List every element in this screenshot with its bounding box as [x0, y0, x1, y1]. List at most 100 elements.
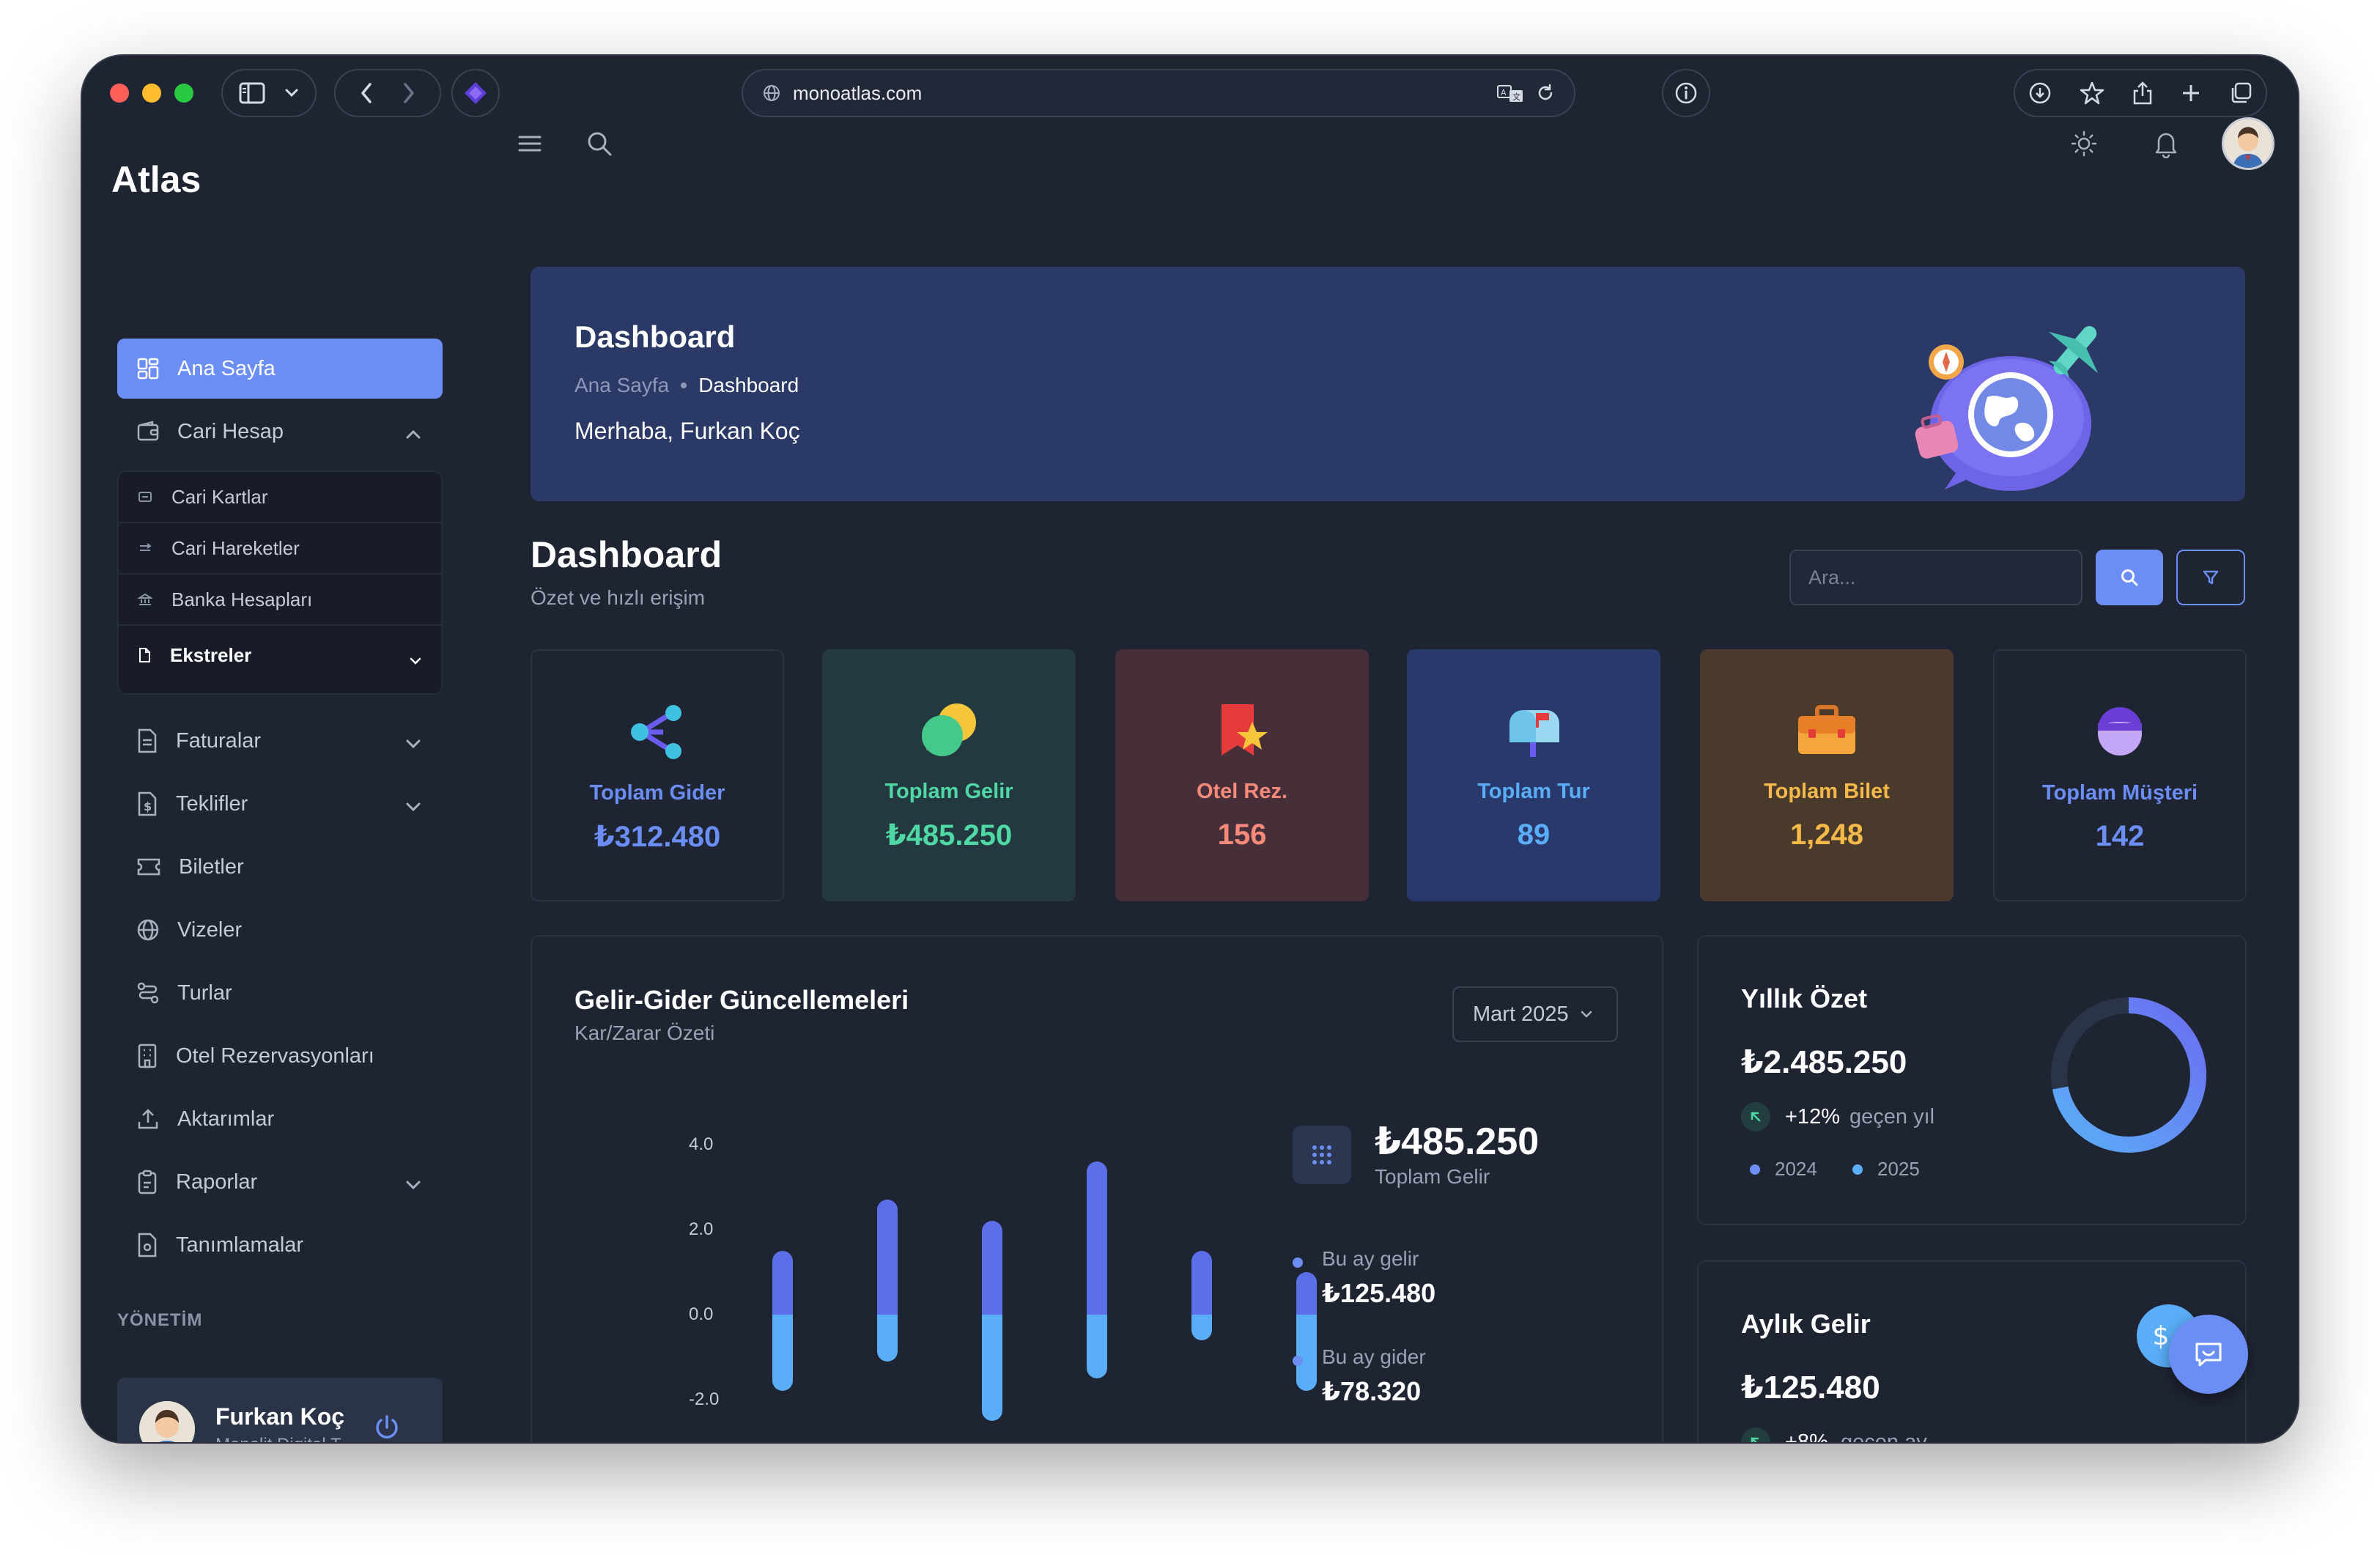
- yearly-title: Yıllık Özet: [1741, 983, 1868, 1013]
- stat-label: Otel Rez.: [1196, 780, 1288, 803]
- bar-positive[interactable]: [1087, 1161, 1107, 1315]
- submenu-item-cari-hareketler[interactable]: Cari Hareketler: [119, 523, 441, 575]
- sidebar-item-faturalar[interactable]: Faturalar: [117, 711, 443, 771]
- search-icon[interactable]: [586, 130, 613, 157]
- submenu-item-cari-kartlar[interactable]: Cari Kartlar: [119, 472, 441, 523]
- month-expense-label: Bu ay gider: [1322, 1345, 1426, 1368]
- share-icon[interactable]: [2132, 81, 2153, 106]
- chevron-down-icon[interactable]: [409, 648, 422, 671]
- sidebar-item-teklifler[interactable]: $ Teklifler: [117, 774, 443, 834]
- bar-negative[interactable]: [1191, 1315, 1212, 1340]
- brand-logo[interactable]: Atlas: [111, 158, 201, 201]
- stat-card-toplam-gider[interactable]: Toplam Gider ₺312.480: [531, 649, 784, 901]
- filter-button[interactable]: [2176, 550, 2245, 605]
- url-text[interactable]: monoatlas.com: [793, 82, 1485, 105]
- header-avatar[interactable]: [2222, 117, 2274, 170]
- bar-positive[interactable]: [982, 1221, 1002, 1315]
- bar-negative[interactable]: [982, 1315, 1002, 1421]
- tabs-overview-icon[interactable]: [2229, 81, 2252, 105]
- info-icon[interactable]: [1662, 69, 1710, 117]
- month-select[interactable]: Mart 2025: [1452, 986, 1618, 1042]
- sidebar-item-home[interactable]: Ana Sayfa: [117, 339, 443, 399]
- sidebar-item-label: Faturalar: [176, 728, 262, 753]
- browser-actions-group: [2014, 69, 2267, 117]
- y-tick-label: -2.0: [689, 1389, 720, 1409]
- chevron-up-icon[interactable]: [404, 422, 422, 446]
- stat-card-toplam-tur[interactable]: Toplam Tur 89: [1407, 649, 1660, 901]
- user-profile-card[interactable]: Furkan Koç Monolit Digital T...: [117, 1378, 443, 1442]
- bookmark-star-icon: [1213, 698, 1271, 764]
- chevron-down-icon[interactable]: [284, 88, 299, 98]
- stat-value: ₺312.480: [594, 821, 721, 853]
- dashboard-search-input[interactable]: [1789, 550, 2082, 605]
- stat-card-toplam-musteri[interactable]: Toplam Müşteri 142: [1993, 649, 2247, 901]
- translate-icon[interactable]: A文: [1496, 83, 1524, 103]
- address-bar[interactable]: monoatlas.com A文: [742, 69, 1575, 117]
- stat-card-otel-rez[interactable]: Otel Rez. 156: [1115, 649, 1369, 901]
- sidebar-item-vizeler[interactable]: Vizeler: [117, 900, 443, 960]
- sidebar-item-biletler[interactable]: Biletler: [117, 837, 443, 897]
- menu-icon[interactable]: [517, 133, 542, 154]
- chat-support-button[interactable]: [2169, 1315, 2248, 1394]
- chevron-down-icon[interactable]: [404, 794, 422, 819]
- settings-doc-icon: [136, 1233, 158, 1257]
- sidebar-item-turlar[interactable]: Turlar: [117, 963, 443, 1023]
- chevron-down-icon[interactable]: [404, 1172, 422, 1197]
- sidebar-toggle-group[interactable]: [221, 69, 317, 117]
- star-icon[interactable]: [2080, 81, 2104, 105]
- stat-card-toplam-gelir[interactable]: Toplam Gelir ₺485.250: [822, 649, 1076, 901]
- zoom-window-button[interactable]: [174, 84, 193, 103]
- svg-text:文: 文: [1512, 92, 1520, 102]
- stat-label: Toplam Müşteri: [2041, 781, 2198, 805]
- theme-sun-icon[interactable]: [2071, 130, 2097, 157]
- building-icon: [136, 1044, 158, 1068]
- stat-value: 1,248: [1789, 819, 1864, 851]
- sidebar-item-tanimlamalar[interactable]: Tanımlamalar: [117, 1215, 443, 1275]
- bar-positive[interactable]: [1296, 1272, 1317, 1315]
- download-icon[interactable]: [2028, 81, 2052, 105]
- sidebar-icon[interactable]: [239, 82, 265, 104]
- chevron-down-icon[interactable]: [404, 731, 422, 756]
- minimize-window-button[interactable]: [142, 84, 161, 103]
- sidebar-item-raporlar[interactable]: Raporlar: [117, 1152, 443, 1212]
- bar-positive[interactable]: [772, 1251, 793, 1315]
- grid-apps-icon: [1293, 1126, 1351, 1184]
- submenu-item-label: Banka Hesapları: [171, 588, 313, 610]
- bar-negative[interactable]: [1087, 1315, 1107, 1378]
- bar-positive[interactable]: [877, 1200, 898, 1315]
- globe-icon: [136, 918, 160, 942]
- income-card-subtitle: Kar/Zarar Özeti: [574, 1022, 715, 1044]
- sidebar-item-otel-rezervasyonlari[interactable]: Otel Rezervasyonları: [117, 1026, 443, 1086]
- new-tab-icon[interactable]: [2181, 83, 2201, 103]
- sidebar: Atlas Ana Sayfa Cari Hesap Cari Kartlar: [82, 132, 478, 1442]
- close-window-button[interactable]: [110, 84, 129, 103]
- stat-value: 156: [1217, 819, 1267, 851]
- sidebar-item-aktarimlar[interactable]: Aktarımlar: [117, 1089, 443, 1149]
- banner-title: Dashboard: [574, 320, 736, 354]
- legend-dot-2025: [1852, 1164, 1863, 1175]
- extension-icon[interactable]: [451, 69, 500, 117]
- bar-negative[interactable]: [877, 1315, 898, 1362]
- bar-negative[interactable]: [772, 1315, 793, 1392]
- monthly-title: Aylık Gelir: [1741, 1309, 1871, 1339]
- submenu-item-ekstreler[interactable]: Ekstreler: [119, 626, 441, 684]
- breadcrumb-home[interactable]: Ana Sayfa: [574, 374, 669, 397]
- bar-positive[interactable]: [1191, 1251, 1212, 1315]
- search-button[interactable]: [2096, 550, 2163, 605]
- power-icon[interactable]: [372, 1413, 402, 1442]
- reload-icon[interactable]: [1536, 84, 1555, 103]
- sidebar-item-cari-hesap[interactable]: Cari Hesap: [117, 402, 443, 462]
- month-expense-value: ₺78.320: [1322, 1376, 1422, 1406]
- y-tick-label: 4.0: [689, 1134, 714, 1154]
- back-icon[interactable]: [360, 82, 373, 104]
- notification-bell-icon[interactable]: [2153, 129, 2179, 158]
- submenu-item-banka-hesaplari[interactable]: Banka Hesapları: [119, 575, 441, 626]
- forward-icon[interactable]: [402, 82, 415, 104]
- bar-negative[interactable]: [1296, 1315, 1317, 1392]
- stat-card-toplam-bilet[interactable]: Toplam Bilet 1,248: [1700, 649, 1954, 901]
- y-tick-label: 2.0: [689, 1219, 714, 1239]
- stat-value: ₺485.250: [885, 819, 1013, 852]
- stat-value: 89: [1517, 819, 1551, 851]
- briefcase-icon: [1795, 698, 1858, 764]
- wallet-icon: [136, 420, 160, 443]
